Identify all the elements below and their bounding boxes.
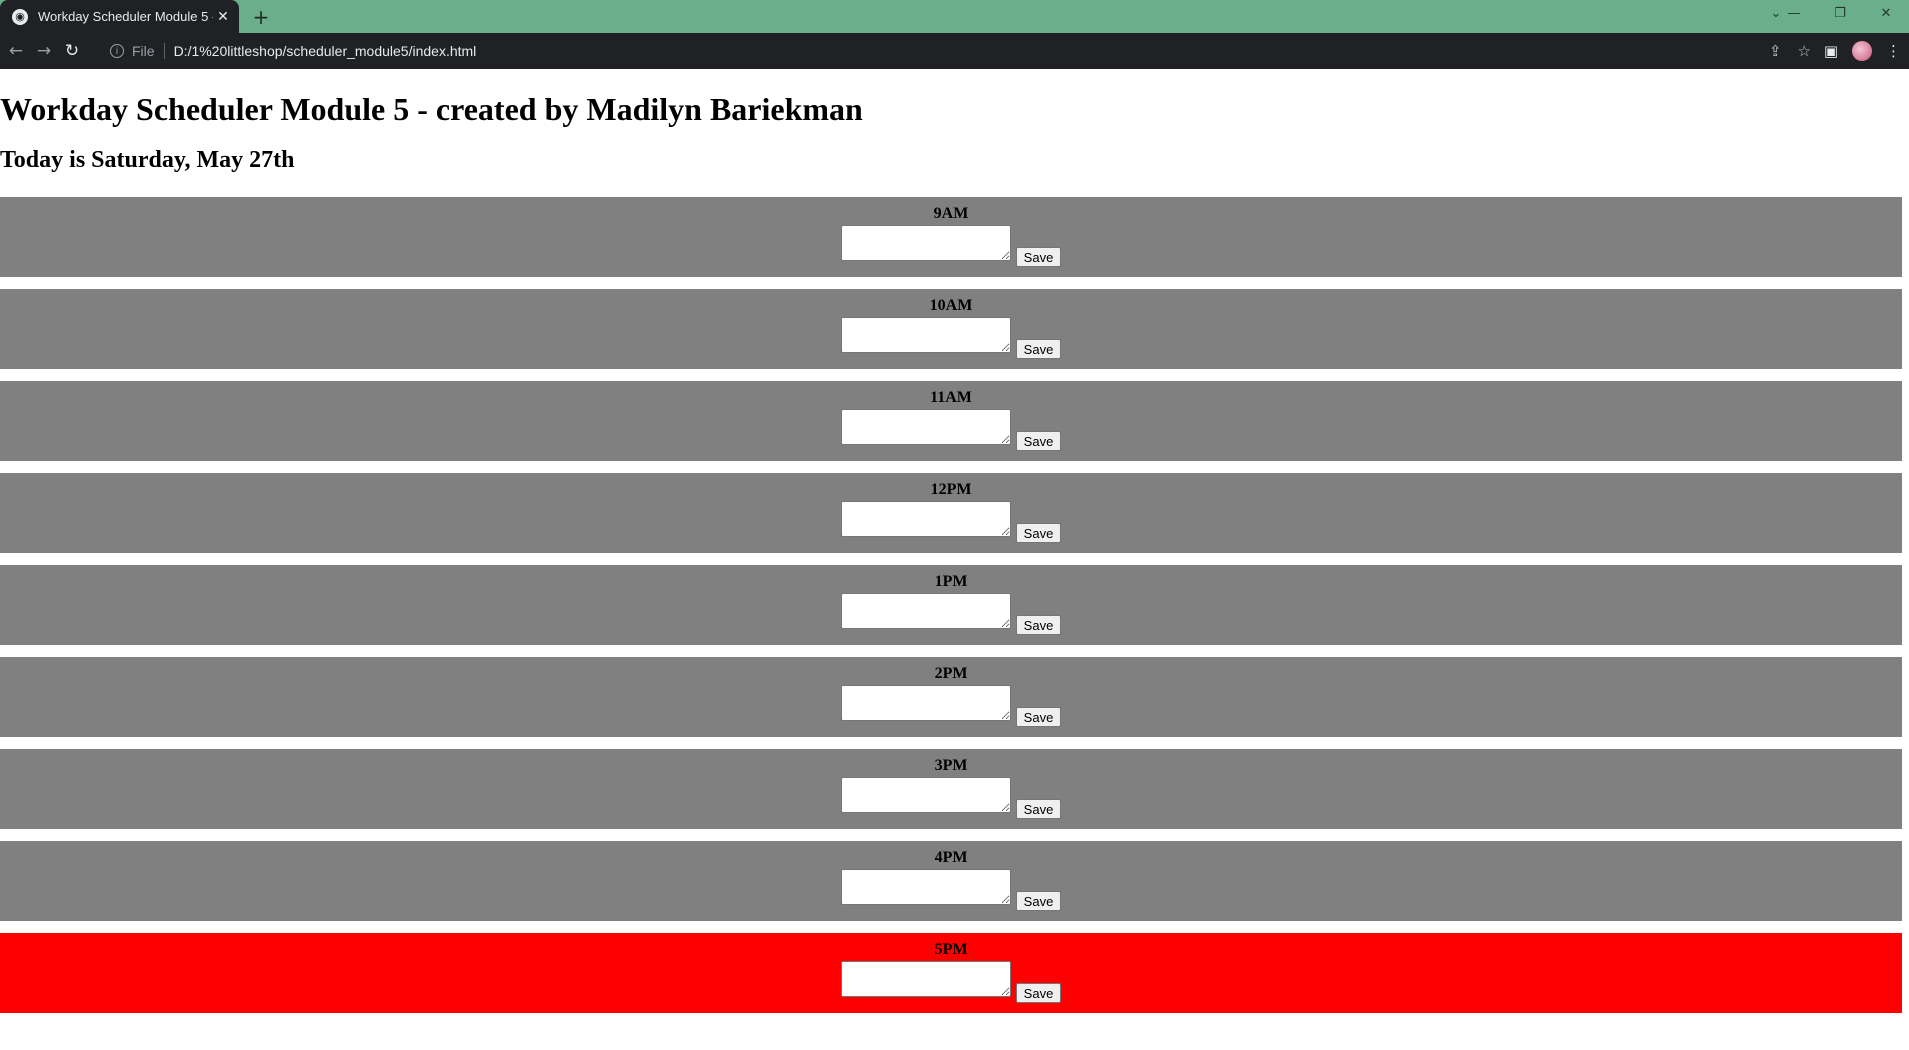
hour-label: 11AM xyxy=(930,389,972,406)
restore-icon[interactable]: ❐ xyxy=(1817,0,1863,27)
close-tab-icon[interactable]: ✕ xyxy=(213,8,233,25)
time-block-12pm: 12PM Save xyxy=(0,473,1902,553)
time-block-10am: 10AM Save xyxy=(0,289,1902,369)
save-button[interactable]: Save xyxy=(1016,983,1061,1003)
side-panel-icon[interactable]: ▣ xyxy=(1824,42,1838,60)
save-button[interactable]: Save xyxy=(1016,431,1061,451)
time-block-1pm: 1PM Save xyxy=(0,565,1902,645)
browser-toolbar: ← → ↻ i File D:/1%20littleshop/scheduler… xyxy=(0,33,1909,69)
address-url[interactable]: D:/1%20littleshop/scheduler_module5/inde… xyxy=(174,43,477,59)
save-button[interactable]: Save xyxy=(1016,799,1061,819)
omnibox-actions: ⇪ ☆ xyxy=(1769,37,1811,65)
share-icon[interactable]: ⇪ xyxy=(1769,42,1782,60)
event-textarea[interactable] xyxy=(841,869,1011,905)
save-button[interactable]: Save xyxy=(1016,615,1061,635)
hour-label: 4PM xyxy=(934,849,968,866)
event-textarea[interactable] xyxy=(841,317,1011,353)
new-tab-icon[interactable]: + xyxy=(248,4,274,30)
time-block-5pm: 5PM Save xyxy=(0,933,1902,1013)
tab-title: Workday Scheduler Module 5 - c xyxy=(38,9,213,24)
time-block-9am: 9AM Save xyxy=(0,197,1902,277)
hour-label: 12PM xyxy=(930,481,972,498)
menu-kebab-icon[interactable]: ⋮ xyxy=(1886,42,1901,60)
event-textarea[interactable] xyxy=(841,685,1011,721)
event-textarea[interactable] xyxy=(841,501,1011,537)
time-block-list: 9AM Save 10AM Save 11AM Save 12PM Save 1PM Save 2P… xyxy=(0,197,1902,1025)
time-block-4pm: 4PM Save xyxy=(0,841,1902,921)
current-date: Today is Saturday, May 27th xyxy=(0,147,295,173)
page-title: Workday Scheduler Module 5 - created by … xyxy=(0,91,863,127)
save-button[interactable]: Save xyxy=(1016,707,1061,727)
save-button[interactable]: Save xyxy=(1016,523,1061,543)
time-block-2pm: 2PM Save xyxy=(0,657,1902,737)
globe-icon: ◉ xyxy=(12,8,28,25)
hour-label: 9AM xyxy=(933,205,969,222)
address-divider xyxy=(163,43,165,59)
bookmark-star-icon[interactable]: ☆ xyxy=(1798,42,1811,60)
back-icon[interactable]: ← xyxy=(2,37,30,65)
address-scheme: File xyxy=(132,43,155,59)
tab-strip: ◉ Workday Scheduler Module 5 - c ✕ + ⌄ —… xyxy=(0,0,1909,33)
toolbar-actions: ▣ ⋮ xyxy=(1824,33,1901,69)
time-block-3pm: 3PM Save xyxy=(0,749,1902,829)
address-bar[interactable]: i File D:/1%20littleshop/scheduler_modul… xyxy=(100,37,1821,65)
event-textarea[interactable] xyxy=(841,961,1011,997)
hour-label: 2PM xyxy=(934,665,968,682)
hour-label: 5PM xyxy=(934,941,968,958)
save-button[interactable]: Save xyxy=(1016,247,1061,267)
minimize-button[interactable]: — xyxy=(1771,0,1817,27)
hour-label: 1PM xyxy=(934,573,968,590)
event-textarea[interactable] xyxy=(841,409,1011,445)
event-textarea[interactable] xyxy=(841,593,1011,629)
hour-label: 10AM xyxy=(929,297,973,314)
hour-label: 3PM xyxy=(934,757,968,774)
browser-tab[interactable]: ◉ Workday Scheduler Module 5 - c ✕ xyxy=(0,0,239,33)
save-button[interactable]: Save xyxy=(1016,891,1061,911)
forward-icon[interactable]: → xyxy=(30,37,58,65)
time-block-11am: 11AM Save xyxy=(0,381,1902,461)
event-textarea[interactable] xyxy=(841,777,1011,813)
info-icon[interactable]: i xyxy=(110,44,124,58)
close-window-icon[interactable]: ✕ xyxy=(1863,0,1909,27)
reload-icon[interactable]: ↻ xyxy=(58,37,86,65)
save-button[interactable]: Save xyxy=(1016,339,1061,359)
profile-avatar[interactable] xyxy=(1852,41,1872,61)
event-textarea[interactable] xyxy=(841,225,1011,261)
